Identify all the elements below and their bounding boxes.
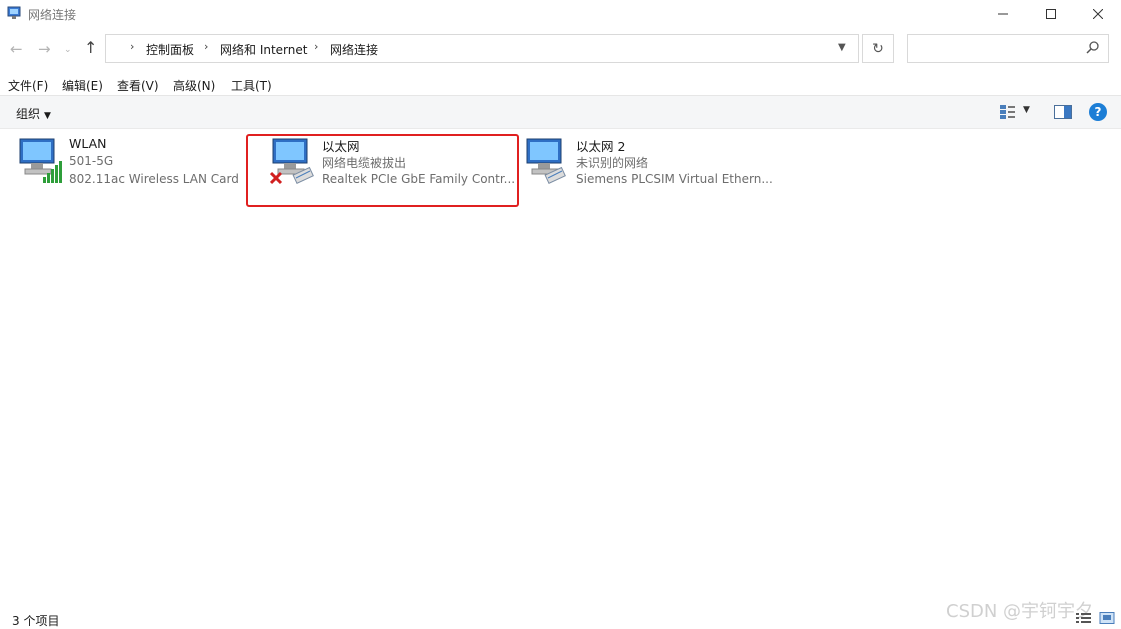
forward-arrow-icon[interactable]: →: [38, 40, 51, 58]
connection-status: 501-5G: [69, 154, 114, 168]
connection-name: WLAN: [69, 136, 107, 151]
minimize-button[interactable]: [980, 0, 1026, 28]
menu-file[interactable]: 文件(F): [8, 77, 48, 94]
ethernet-network-icon: [526, 138, 566, 184]
search-input[interactable]: [907, 34, 1109, 63]
help-icon: ?: [1094, 105, 1102, 119]
breadcrumb-chevron-icon[interactable]: ›: [204, 40, 208, 53]
minimize-icon: [998, 13, 1008, 15]
organize-button[interactable]: 组织 ▼: [16, 105, 51, 122]
help-button[interactable]: ?: [1089, 103, 1107, 121]
connection-device: 802.11ac Wireless LAN Card: [69, 172, 239, 186]
large-icons-view-icon: [1099, 612, 1115, 624]
window-title: 网络连接: [28, 8, 77, 22]
breadcrumb-chevron-icon[interactable]: ›: [130, 40, 134, 53]
connection-status: 未识别的网络: [576, 156, 649, 170]
breadcrumb-chevron-icon[interactable]: ›: [314, 40, 318, 53]
close-icon: [1093, 9, 1103, 19]
item-count: 3 个项目: [12, 614, 60, 628]
connection-name: 以太网 2: [576, 139, 626, 154]
refresh-button[interactable]: ↻: [862, 34, 894, 63]
highlight-annotation-box: [246, 134, 519, 207]
details-view-icon[interactable]: [1076, 612, 1116, 624]
refresh-icon: ↻: [872, 40, 884, 57]
wireless-network-icon: [19, 138, 62, 183]
menu-advanced[interactable]: 高级(N): [173, 77, 215, 94]
close-button[interactable]: [1075, 0, 1121, 28]
connection-item-ethernet-2[interactable]: 以太网 2 未识别的网络 Siemens PLCSIM Virtual Ethe…: [524, 133, 784, 195]
preview-pane-icon[interactable]: [1054, 105, 1072, 119]
maximize-button[interactable]: [1028, 0, 1074, 28]
menu-edit[interactable]: 编辑(E): [62, 77, 103, 94]
chevron-down-icon: ▼: [44, 111, 51, 121]
recent-locations-chevron-icon[interactable]: ⌄: [64, 45, 72, 55]
search-icon: [1086, 41, 1099, 54]
view-options-chevron-icon[interactable]: ▼: [1023, 105, 1030, 115]
address-bar[interactable]: › 控制面板 › 网络和 Internet › 网络连接 ▼: [105, 34, 859, 63]
change-view-icon[interactable]: [999, 104, 1017, 120]
command-bar: 组织 ▼ ▼ ?: [0, 95, 1121, 129]
menu-tools[interactable]: 工具(T): [231, 77, 272, 94]
maximize-icon: [1046, 9, 1056, 19]
breadcrumb-network-internet[interactable]: 网络和 Internet: [220, 41, 307, 58]
address-dropdown-chevron-icon[interactable]: ▼: [838, 42, 846, 53]
breadcrumb-control-panel[interactable]: 控制面板: [146, 41, 194, 58]
up-arrow-icon[interactable]: ↑: [84, 38, 97, 57]
connection-device: Siemens PLCSIM Virtual Ethern...: [576, 172, 773, 186]
menu-view[interactable]: 查看(V): [117, 77, 159, 94]
title-bar: 网络连接: [0, 0, 1121, 28]
organize-label: 组织: [16, 107, 41, 121]
back-arrow-icon[interactable]: ←: [10, 40, 23, 58]
breadcrumb-network-connections[interactable]: 网络连接: [330, 41, 378, 58]
watermark: CSDN @宇钶宇夕: [946, 601, 1094, 622]
connection-item-wlan[interactable]: WLAN 501-5G 802.11ac Wireless LAN Card: [17, 133, 242, 195]
network-connections-icon: [7, 6, 21, 19]
